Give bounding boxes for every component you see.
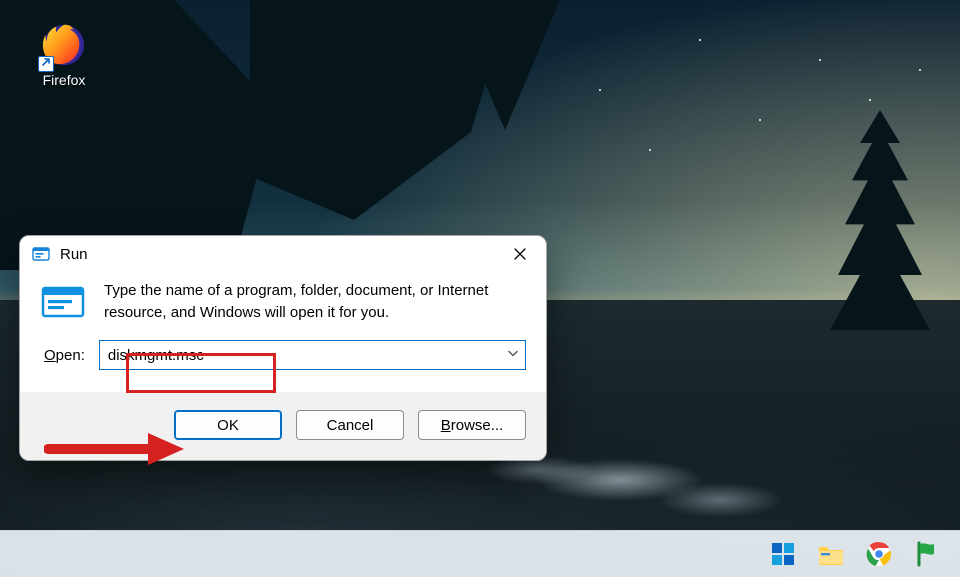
open-input[interactable] xyxy=(100,341,525,369)
flag-icon xyxy=(916,541,938,567)
close-button[interactable] xyxy=(496,236,544,272)
taskbar-app-green[interactable] xyxy=(912,539,942,569)
ok-button[interactable]: OK xyxy=(174,410,282,440)
windows-start-icon xyxy=(770,541,796,567)
file-explorer-icon xyxy=(817,542,845,566)
run-title: Run xyxy=(60,246,88,263)
taskbar-chrome[interactable] xyxy=(864,539,894,569)
scenery-pine xyxy=(830,110,930,330)
browse-button[interactable]: Browse... xyxy=(418,410,526,440)
run-body-icon xyxy=(40,280,86,326)
close-icon xyxy=(514,248,526,260)
dialog-button-row: OK Cancel Browse... xyxy=(20,392,546,460)
run-description: Type the name of a program, folder, docu… xyxy=(104,280,526,326)
titlebar[interactable]: Run xyxy=(20,236,546,272)
taskbar-file-explorer[interactable] xyxy=(816,539,846,569)
open-label: Open: xyxy=(44,347,85,364)
run-titlebar-icon xyxy=(32,245,50,263)
open-combobox[interactable] xyxy=(99,340,526,370)
cancel-button[interactable]: Cancel xyxy=(296,410,404,440)
desktop-shortcut-label: Firefox xyxy=(28,72,100,88)
taskbar[interactable] xyxy=(0,530,960,577)
chrome-icon xyxy=(866,541,892,567)
taskbar-start-button[interactable] xyxy=(768,539,798,569)
shortcut-arrow-icon xyxy=(38,56,54,72)
desktop: Firefox Run xyxy=(0,0,960,577)
run-dialog: Run Type the name of a program, folder, … xyxy=(19,235,547,461)
desktop-shortcut-firefox[interactable]: Firefox xyxy=(28,22,100,88)
